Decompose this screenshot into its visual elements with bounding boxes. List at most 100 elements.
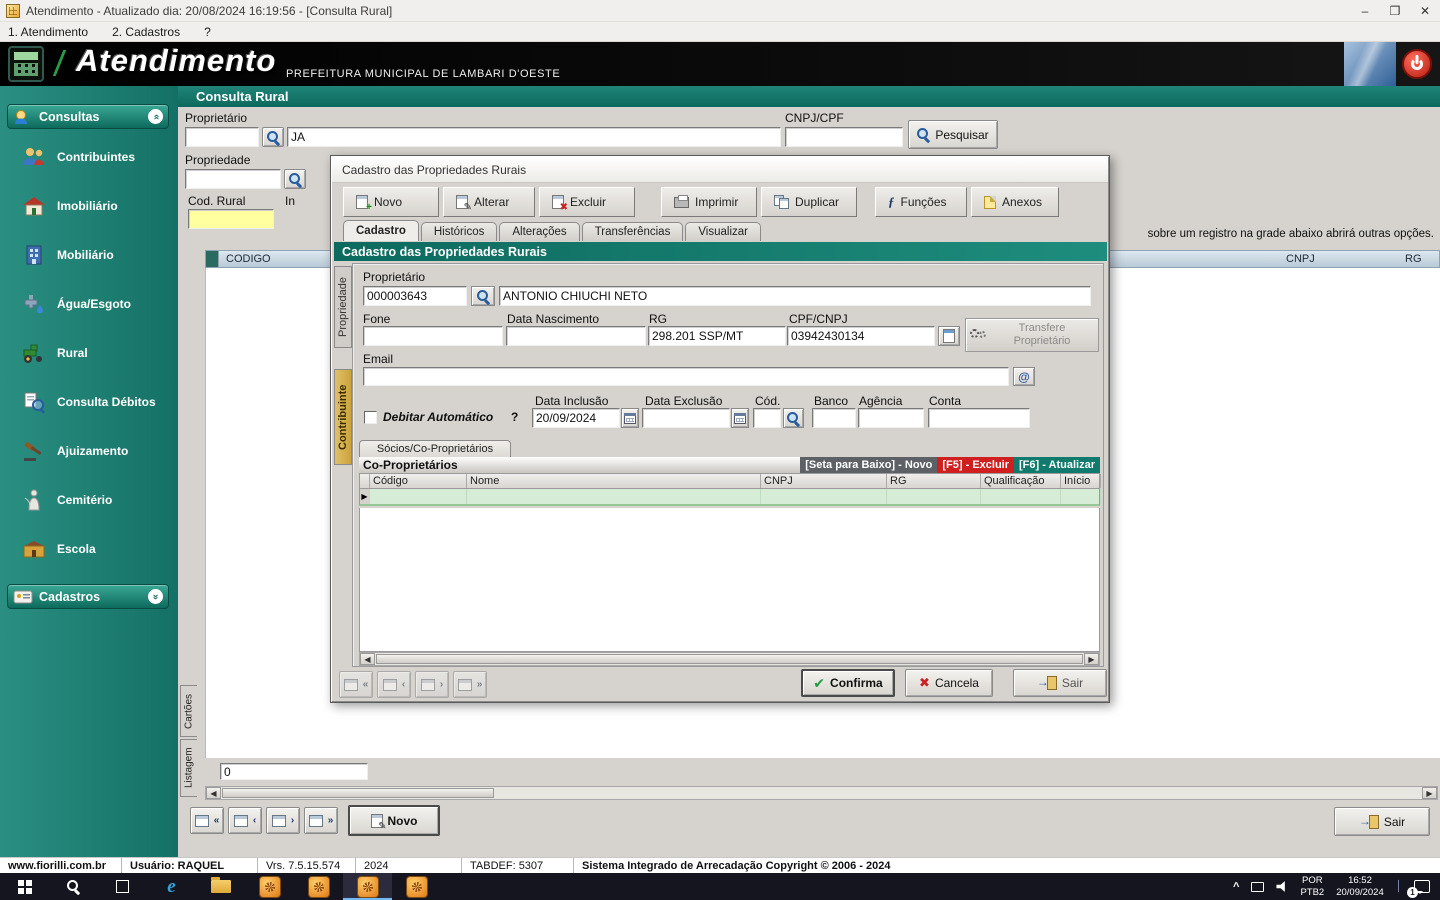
app-button-2[interactable] xyxy=(294,873,343,900)
tab-socios-coproprietarios[interactable]: Sócios/Co-Proprietários xyxy=(359,440,511,457)
data-exclusao-calendar-button[interactable] xyxy=(731,408,749,428)
tab-alteracoes[interactable]: Alterações xyxy=(499,222,580,241)
coprop-grid-selected-row[interactable]: ▶ xyxy=(359,489,1101,506)
nascimento-input[interactable] xyxy=(506,326,646,346)
task-view-button[interactable] xyxy=(98,873,147,900)
sidebar-item-agua-esgoto[interactable]: Água/Esgoto xyxy=(7,279,169,328)
power-button-icon[interactable] xyxy=(1402,49,1432,79)
toolbar-alterar-button[interactable]: ✎ Alterar xyxy=(443,187,535,217)
language-indicator[interactable]: POR PTB2 xyxy=(1300,875,1324,898)
toolbar-duplicar-button[interactable]: Duplicar xyxy=(761,187,857,217)
app-button-3-active[interactable] xyxy=(343,873,392,900)
scroll-right-arrow[interactable]: ▶ xyxy=(1422,787,1437,799)
menu-help[interactable]: ? xyxy=(204,25,211,39)
data-inclusao-input[interactable] xyxy=(532,408,620,428)
sidebar-group-consultas[interactable]: Consultas « xyxy=(7,104,169,129)
scrollbar-thumb[interactable] xyxy=(222,788,494,798)
cnpj-cpf-input[interactable] xyxy=(785,127,903,147)
app-button-1[interactable] xyxy=(245,873,294,900)
nav-last-button[interactable]: » xyxy=(304,807,338,834)
scroll-left-arrow[interactable]: ◀ xyxy=(206,787,221,799)
record-count-field[interactable] xyxy=(220,763,368,780)
novo-button[interactable]: ✎ Novo xyxy=(348,805,440,836)
sidebar-item-escola[interactable]: Escola xyxy=(7,524,169,573)
nav-prev-button[interactable]: ‹ xyxy=(228,807,262,834)
sidebar-item-consulta-debitos[interactable]: Consulta Débitos xyxy=(7,377,169,426)
toolbar-funcoes-button[interactable]: ƒ Funções xyxy=(875,187,967,217)
pesquisar-button[interactable]: Pesquisar xyxy=(908,120,998,149)
proprietario-code-input[interactable] xyxy=(185,127,259,147)
sidebar-item-ajuizamento[interactable]: Ajuizamento xyxy=(7,426,169,475)
proprietario-search-button[interactable] xyxy=(262,127,284,147)
start-button[interactable] xyxy=(0,873,49,900)
cancela-button[interactable]: ✖ Cancela xyxy=(905,669,993,697)
tab-visualizar[interactable]: Visualizar xyxy=(685,222,761,241)
file-explorer-button[interactable] xyxy=(196,873,245,900)
dlg-proprietario-name-input[interactable] xyxy=(499,286,1091,306)
data-inclusao-calendar-button[interactable] xyxy=(621,408,639,428)
scrollbar-thumb[interactable] xyxy=(376,654,1083,664)
transfere-proprietario-button[interactable]: Transfere Proprietário xyxy=(965,318,1099,352)
propriedade-search-button[interactable] xyxy=(284,169,306,189)
dlg-nav-first-button[interactable]: « xyxy=(339,671,373,698)
tab-cartoes[interactable]: Cartões xyxy=(180,685,197,737)
horizontal-scrollbar[interactable]: ◀ ▶ xyxy=(205,786,1438,800)
nav-next-button[interactable]: › xyxy=(266,807,300,834)
toolbar-imprimir-button[interactable]: Imprimir xyxy=(661,187,757,217)
scroll-left-arrow[interactable]: ◀ xyxy=(360,653,375,665)
cod-search-button[interactable] xyxy=(783,408,804,428)
tab-historicos[interactable]: Históricos xyxy=(420,222,498,241)
menu-atendimento[interactable]: 1. Atendimento xyxy=(8,25,88,39)
dlg-nav-prev-button[interactable]: ‹ xyxy=(377,671,411,698)
fone-input[interactable] xyxy=(363,326,503,346)
toolbar-novo-button[interactable]: + Novo xyxy=(343,187,439,217)
taskbar-search-button[interactable] xyxy=(49,873,98,900)
show-desktop-divider[interactable]: │ xyxy=(1396,881,1402,892)
dialog-sair-button[interactable]: → Sair xyxy=(1013,669,1107,697)
data-exclusao-input[interactable] xyxy=(642,408,730,428)
tab-cadastro[interactable]: Cadastro xyxy=(343,220,419,241)
toolbar-excluir-button[interactable]: ✖ Excluir xyxy=(539,187,635,217)
cod-input[interactable] xyxy=(753,408,781,428)
toolbar-anexos-button[interactable]: Anexos xyxy=(971,187,1059,217)
maximize-button[interactable]: ❐ xyxy=(1380,0,1410,21)
action-center-button[interactable]: 1 xyxy=(1407,880,1430,898)
sidebar-item-mobiliario[interactable]: Mobiliário xyxy=(7,230,169,279)
sidebar-item-contribuintes[interactable]: Contribuintes xyxy=(7,132,169,181)
agencia-input[interactable] xyxy=(858,408,924,428)
cpf-print-button[interactable] xyxy=(938,326,960,346)
banco-input[interactable] xyxy=(812,408,856,428)
dlg-nav-last-button[interactable]: » xyxy=(453,671,487,698)
dlg-nav-next-button[interactable]: › xyxy=(415,671,449,698)
coprop-grid-body[interactable] xyxy=(359,508,1100,652)
sair-button[interactable]: → Sair xyxy=(1334,807,1430,836)
side-tab-contribuinte[interactable]: Contribuinte xyxy=(334,369,352,465)
tab-listagem[interactable]: Listagem xyxy=(180,739,197,797)
scroll-right-arrow[interactable]: ▶ xyxy=(1084,653,1099,665)
edge-browser-button[interactable]: e xyxy=(147,873,196,900)
close-button[interactable]: ✕ xyxy=(1410,0,1440,21)
dlg-proprietario-search-button[interactable] xyxy=(471,286,495,306)
tray-expand-chevron[interactable]: ^ xyxy=(1233,881,1239,893)
sidebar-group-cadastros[interactable]: Cadastros « xyxy=(7,584,169,609)
debitar-automatico-checkbox[interactable] xyxy=(364,411,377,424)
proprietario-name-input[interactable] xyxy=(287,127,781,147)
minimize-button[interactable]: – xyxy=(1350,0,1380,21)
email-input[interactable] xyxy=(363,367,1009,386)
menu-cadastros[interactable]: 2. Cadastros xyxy=(112,25,180,39)
clock[interactable]: 16:52 20/09/2024 xyxy=(1336,875,1384,898)
cpf-cnpj-input[interactable] xyxy=(787,326,935,346)
collapse-consultas-button[interactable]: « xyxy=(148,109,163,124)
propriedade-input[interactable] xyxy=(185,169,281,189)
rg-input[interactable] xyxy=(648,326,786,346)
app-button-4[interactable] xyxy=(392,873,441,900)
sidebar-item-cemiterio[interactable]: Cemitério xyxy=(7,475,169,524)
network-icon[interactable] xyxy=(1251,881,1265,892)
dlg-proprietario-code-input[interactable] xyxy=(363,286,467,306)
sidebar-item-rural[interactable]: Rural xyxy=(7,328,169,377)
expand-cadastros-button[interactable]: « xyxy=(148,589,163,604)
confirma-button[interactable]: ✔ Confirma xyxy=(801,669,895,697)
nav-first-button[interactable]: « xyxy=(190,807,224,834)
cod-rural-input[interactable] xyxy=(188,209,274,229)
conta-input[interactable] xyxy=(928,408,1030,428)
